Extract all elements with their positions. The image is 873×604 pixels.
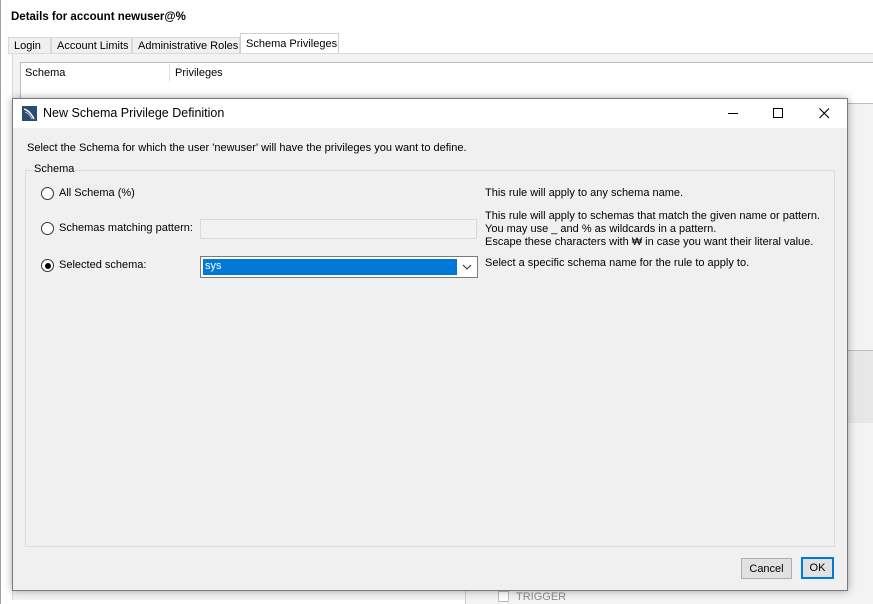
tab-administrative-roles[interactable]: Administrative Roles: [132, 37, 240, 54]
column-header-privileges[interactable]: Privileges: [175, 67, 223, 79]
pattern-description-line-1: This rule will apply to schemas that mat…: [485, 210, 821, 222]
schema-select-highlight: [203, 259, 457, 275]
privileges-box: [848, 350, 873, 423]
mysql-workbench-icon: [22, 106, 37, 121]
trigger-checkbox[interactable]: [498, 591, 509, 602]
new-schema-privilege-dialog: New Schema Privilege Definition Select t…: [12, 98, 848, 591]
minimize-button[interactable]: [710, 99, 756, 128]
window-edge: [0, 0, 1, 604]
all-schema-radio[interactable]: [41, 187, 54, 200]
column-header-schema[interactable]: Schema: [25, 67, 65, 79]
dialog-instruction: Select the Schema for which the user 'ne…: [27, 142, 467, 154]
minimize-icon: [727, 113, 738, 114]
trigger-label: TRIGGER: [516, 591, 567, 603]
schema-pattern-input[interactable]: [200, 219, 477, 239]
pattern-description-line-2: You may use _ and % as wildcards in a pa…: [485, 223, 717, 235]
schema-group-label: Schema: [33, 163, 76, 175]
selected-schema-radio[interactable]: [41, 259, 54, 272]
tab-account-limits[interactable]: Account Limits: [51, 37, 132, 54]
ok-button[interactable]: OK: [801, 557, 834, 579]
tab-schema-privileges[interactable]: Schema Privileges: [240, 33, 339, 55]
dialog-title: New Schema Privilege Definition: [43, 106, 225, 120]
tab-login[interactable]: Login: [8, 37, 51, 54]
pattern-description-line-3: Escape these characters with ₩ in case y…: [485, 236, 814, 248]
cancel-button[interactable]: Cancel: [741, 558, 792, 579]
chevron-down-icon[interactable]: [461, 261, 473, 273]
dialog-titlebar[interactable]: New Schema Privilege Definition: [13, 99, 847, 128]
selected-schema-label[interactable]: Selected schema:: [59, 259, 146, 271]
maximize-icon: [772, 108, 783, 118]
all-schema-label[interactable]: All Schema (%): [59, 187, 135, 199]
radio-selected-dot: [44, 262, 51, 269]
close-icon: [818, 108, 829, 119]
schema-select-value: sys: [205, 260, 222, 272]
selected-schema-description: Select a specific schema name for the ru…: [485, 257, 750, 269]
maximize-button[interactable]: [755, 99, 801, 128]
pattern-radio[interactable]: [41, 222, 54, 235]
schema-select[interactable]: sys: [200, 256, 478, 278]
column-divider: [169, 64, 170, 82]
close-button[interactable]: [801, 99, 847, 128]
all-schema-description: This rule will apply to any schema name.: [485, 187, 684, 199]
pattern-label[interactable]: Schemas matching pattern:: [59, 222, 193, 234]
account-details-title: Details for account newuser@%: [11, 11, 186, 23]
